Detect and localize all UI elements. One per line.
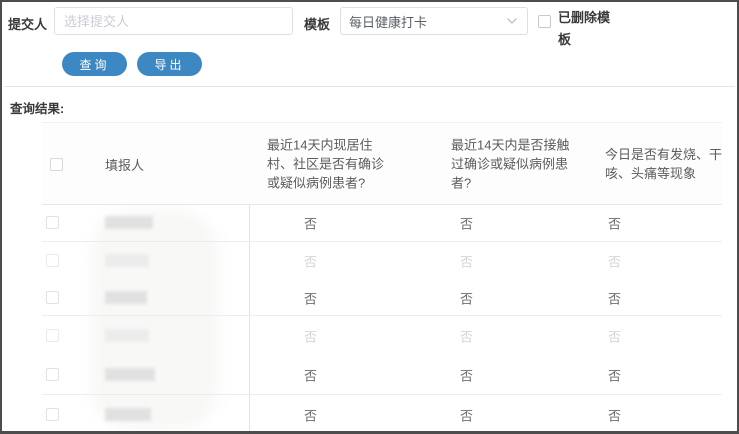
answer-q2: 否 <box>460 326 473 345</box>
answer-q1: 否 <box>304 326 317 345</box>
column-header-q3: 今日是否有发烧、干咳、头痛等现象 <box>605 145 729 183</box>
answer-q3: 否 <box>608 252 621 271</box>
results-section-label: 查询结果: <box>10 98 64 117</box>
template-select-value: 每日健康打卡 <box>349 12 505 31</box>
table-row: 否 否 否 <box>42 316 722 355</box>
submitter-input[interactable] <box>54 7 293 35</box>
answer-q1: 否 <box>304 214 317 233</box>
column-header-filler: 填报人 <box>105 155 144 174</box>
redacted-name <box>105 254 149 267</box>
answer-q3: 否 <box>608 326 621 345</box>
redacted-name <box>105 329 149 342</box>
redacted-name <box>105 368 155 381</box>
health-checkin-query-screen: 提交人 模板 每日健康打卡 已删除模板 查询 导出 查询结果: 填报人 最近14… <box>0 0 739 434</box>
answer-q2: 否 <box>460 214 473 233</box>
template-select[interactable]: 每日健康打卡 <box>340 7 528 35</box>
export-button[interactable]: 导出 <box>137 52 202 76</box>
filter-results-divider <box>4 86 735 87</box>
table-row: 否 否 否 <box>42 355 722 395</box>
answer-q2: 否 <box>460 288 473 307</box>
column-header-q2: 最近14天内是否接触过确诊或疑似病例患者? <box>451 135 575 192</box>
row-checkbox[interactable] <box>46 254 59 267</box>
submitter-label: 提交人 <box>8 14 47 33</box>
answer-q1: 否 <box>304 288 317 307</box>
redacted-name <box>105 216 153 229</box>
answer-q1: 否 <box>304 365 317 384</box>
table-row: 否 否 否 <box>42 205 722 242</box>
answer-q3: 否 <box>608 288 621 307</box>
results-table: 填报人 最近14天内现居住村、社区是否有确诊或疑似病例患者? 最近14天内是否接… <box>42 122 722 433</box>
redacted-name <box>105 291 147 304</box>
answer-q1: 否 <box>304 252 317 271</box>
template-label: 模板 <box>304 14 330 33</box>
redacted-name <box>105 408 151 421</box>
query-button[interactable]: 查询 <box>62 52 127 76</box>
answer-q1: 否 <box>304 405 317 424</box>
table-row: 否 否 否 <box>42 280 722 316</box>
row-checkbox[interactable] <box>46 368 59 381</box>
table-row: 否 否 否 <box>42 395 722 434</box>
answer-q2: 否 <box>460 252 473 271</box>
answer-q3: 否 <box>608 365 621 384</box>
deleted-template-label: 已删除模板 <box>558 7 616 51</box>
answer-q2: 否 <box>460 365 473 384</box>
chevron-down-icon <box>505 14 519 28</box>
row-checkbox[interactable] <box>46 291 59 304</box>
column-header-q1: 最近14天内现居住村、社区是否有确诊或疑似病例患者? <box>267 135 391 192</box>
answer-q2: 否 <box>460 405 473 424</box>
deleted-template-checkbox[interactable] <box>538 15 551 28</box>
select-all-checkbox[interactable] <box>50 158 63 171</box>
row-checkbox[interactable] <box>46 329 59 342</box>
answer-q3: 否 <box>608 214 621 233</box>
answer-q3: 否 <box>608 405 621 424</box>
table-row: 否 否 否 <box>42 242 722 280</box>
row-checkbox[interactable] <box>46 408 59 421</box>
table-header-row: 填报人 最近14天内现居住村、社区是否有确诊或疑似病例患者? 最近14天内是否接… <box>42 123 722 205</box>
row-checkbox[interactable] <box>46 216 59 229</box>
